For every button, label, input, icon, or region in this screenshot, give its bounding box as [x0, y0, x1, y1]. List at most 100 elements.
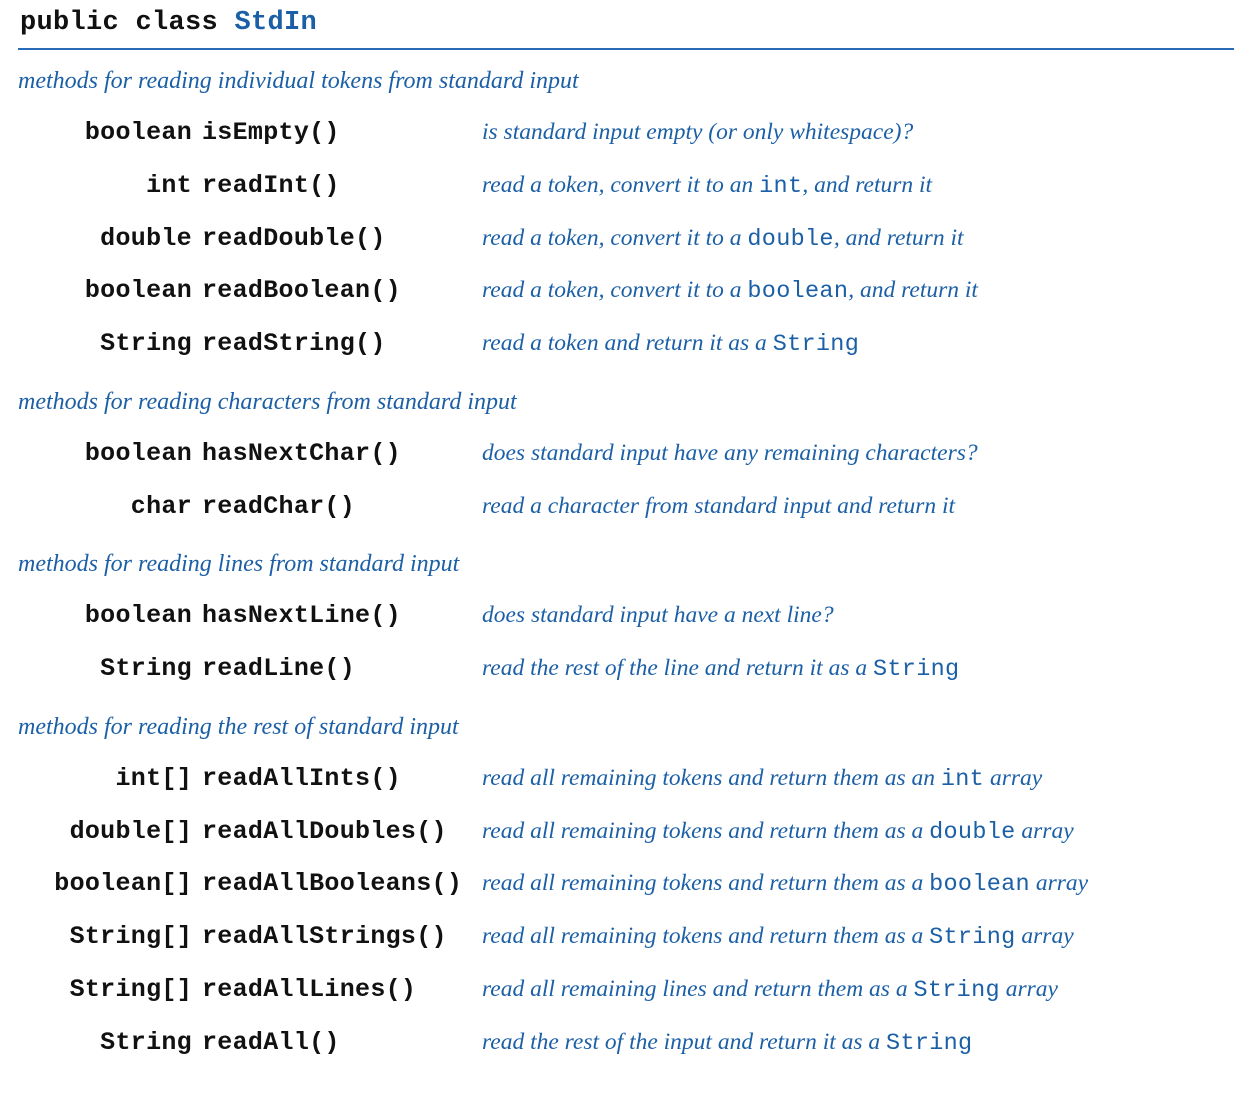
section-title: methods for reading the rest of standard… [18, 714, 1234, 741]
desc-text: read all remaining lines and return them… [482, 976, 913, 1002]
method-row: String[] readAllStrings() read all remaini… [18, 911, 1234, 964]
method-description: read a token, convert it to a double, an… [482, 220, 1234, 258]
method-description: read all remaining tokens and return the… [482, 760, 1234, 798]
desc-text: read all remaining tokens and return the… [482, 818, 929, 844]
desc-text: , and return it [834, 225, 964, 251]
method-name: readAll() [202, 1024, 472, 1063]
return-type: String[] [32, 971, 192, 1010]
desc-text: array [984, 765, 1042, 791]
method-row: char readChar() read a character from stan… [18, 481, 1234, 534]
method-description: read all remaining tokens and return the… [482, 813, 1234, 851]
return-type: boolean[] [32, 865, 192, 904]
method-row: int[] readAllInts() read all remaining tok… [18, 753, 1234, 806]
method-name: readAllBooleans() [202, 865, 472, 904]
method-name: readAllStrings() [202, 918, 472, 957]
method-description: read a token and return it as a String [482, 325, 1234, 363]
method-row: boolean isEmpty() is standard input empty … [18, 107, 1234, 160]
code-inline: boolean [747, 278, 848, 305]
return-type: char [32, 488, 192, 527]
return-type: double [32, 220, 192, 259]
method-row: String readAll() read the rest of the inpu… [18, 1017, 1234, 1070]
desc-text: does standard input have any remaining c… [482, 440, 978, 466]
desc-text: read the rest of the input and return it… [482, 1029, 886, 1055]
desc-text: is standard input empty (or only whitesp… [482, 119, 913, 145]
return-type: boolean [32, 114, 192, 153]
method-description: does standard input have any remaining c… [482, 435, 1234, 471]
method-description: read all remaining lines and return them… [482, 971, 1234, 1009]
return-type: String [32, 650, 192, 689]
return-type: int [32, 167, 192, 206]
sections-container: methods for reading individual tokens fr… [18, 68, 1234, 1069]
desc-text: does standard input have a next line? [482, 602, 834, 628]
return-type: String[] [32, 918, 192, 957]
method-description: read the rest of the line and return it … [482, 650, 1234, 688]
method-name: readLine() [202, 650, 472, 689]
method-description: read a character from standard input and… [482, 488, 1234, 524]
method-row: String readLine() read the rest of the lin… [18, 643, 1234, 696]
desc-text: read a token, convert it to a [482, 277, 747, 303]
code-inline: String [873, 656, 959, 683]
code-inline: String [773, 331, 859, 358]
code-inline: String [913, 977, 999, 1004]
code-inline: String [929, 924, 1015, 951]
method-name: readAllLines() [202, 971, 472, 1010]
desc-text: read a character from standard input and… [482, 493, 955, 519]
method-name: isEmpty() [202, 114, 472, 153]
desc-text: read a token, convert it to a [482, 225, 747, 251]
return-type: String [32, 325, 192, 364]
method-description: is standard input empty (or only whitesp… [482, 114, 1234, 150]
desc-text: read the rest of the line and return it … [482, 655, 873, 681]
method-row: String readString() read a token and retur… [18, 318, 1234, 371]
method-name: readDouble() [202, 220, 472, 259]
method-description: read all remaining tokens and return the… [482, 865, 1234, 903]
class-name: StdIn [235, 8, 318, 38]
method-name: readString() [202, 325, 472, 364]
method-name: readBoolean() [202, 272, 472, 311]
method-row: booleanhasNextChar()does standard input … [18, 428, 1234, 481]
method-description: read all remaining tokens and return the… [482, 918, 1234, 956]
method-description: does standard input have a next line? [482, 597, 1234, 633]
return-type: String [32, 1024, 192, 1063]
method-name: readChar() [202, 488, 472, 527]
desc-text: array [1016, 818, 1074, 844]
method-name: readInt() [202, 167, 472, 206]
code-inline: double [747, 226, 833, 253]
method-description: read a token, convert it to a boolean, a… [482, 272, 1234, 310]
method-name: readAllInts() [202, 760, 472, 799]
section-title: methods for reading characters from stan… [18, 389, 1234, 416]
desc-text: , and return it [802, 172, 932, 198]
desc-text: array [1030, 870, 1088, 896]
method-row: boolean hasNextLine() does standard input … [18, 590, 1234, 643]
desc-text: array [1000, 976, 1058, 1002]
desc-text: array [1016, 923, 1074, 949]
method-row: double readDouble() read a token, convert … [18, 213, 1234, 266]
method-description: read the rest of the input and return it… [482, 1024, 1234, 1062]
api-doc-page: public class StdIn methods for reading i… [0, 0, 1252, 1099]
code-inline: int [759, 173, 802, 200]
desc-text: read a token and return it as a [482, 330, 773, 356]
desc-text: read all remaining tokens and return the… [482, 870, 929, 896]
method-row: int readInt() read a token, convert it to … [18, 160, 1234, 213]
code-inline: double [929, 819, 1015, 846]
method-description: read a token, convert it to an int, and … [482, 167, 1234, 205]
return-type: double[] [32, 813, 192, 852]
desc-text: read a token, convert it to an [482, 172, 759, 198]
method-row: boolean readBoolean() read a token, conver… [18, 265, 1234, 318]
section-title: methods for reading individual tokens fr… [18, 68, 1234, 95]
method-row: String[] readAllLines() read all remaining… [18, 964, 1234, 1017]
method-name: hasNextChar() [202, 435, 472, 474]
method-row: double[] readAllDoubles() read all remaini… [18, 806, 1234, 859]
desc-text: read all remaining tokens and return the… [482, 765, 941, 791]
return-type: boolean [32, 272, 192, 311]
return-type: int[] [32, 760, 192, 799]
method-name: hasNextLine() [202, 597, 472, 636]
method-name: readAllDoubles() [202, 813, 472, 852]
class-prefix: public class [20, 8, 235, 38]
code-inline: boolean [929, 871, 1030, 898]
desc-text: , and return it [848, 277, 978, 303]
return-type: boolean [32, 597, 192, 636]
desc-text: read all remaining tokens and return the… [482, 923, 929, 949]
method-row: boolean[] readAllBooleans() read all remai… [18, 858, 1234, 911]
class-header: public class StdIn [18, 4, 1234, 50]
code-inline: String [886, 1030, 972, 1057]
